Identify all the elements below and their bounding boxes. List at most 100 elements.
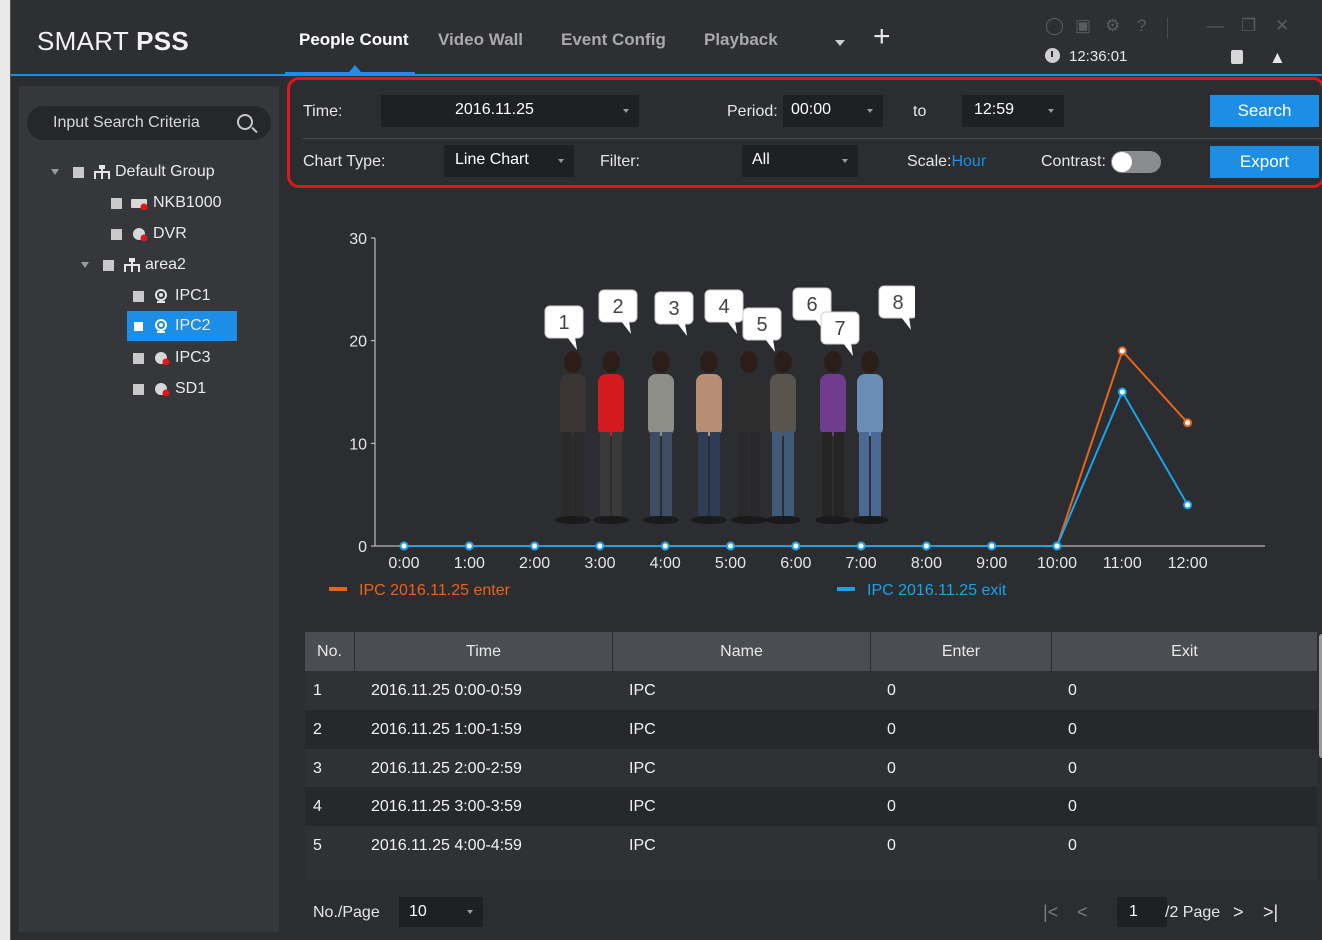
series-exit-point [921, 541, 931, 551]
table-row[interactable]: 3 2016.11.25 2:00-2:59 IPC 0 0 [305, 748, 1317, 788]
period-to-select[interactable]: 12:59 [962, 95, 1064, 127]
search-input[interactable]: Input Search Criteria [27, 106, 271, 140]
help-icon[interactable]: ? [1137, 16, 1146, 36]
checkbox[interactable] [133, 290, 144, 302]
tree-item-label: area2 [145, 256, 186, 273]
search-button[interactable]: Search [1210, 95, 1319, 127]
checkbox[interactable] [111, 228, 122, 240]
next-page-icon[interactable]: > [1233, 902, 1244, 923]
search-placeholder: Input Search Criteria [53, 114, 200, 131]
dropdown-caret-icon [623, 109, 629, 113]
col-header-time[interactable]: Time [355, 632, 613, 671]
person-leg [600, 432, 610, 516]
table-cell: 4 [313, 798, 322, 816]
series-enter-point [1117, 346, 1127, 356]
person-figure [815, 351, 851, 524]
lock-icon[interactable]: ▣ [1075, 16, 1091, 36]
tree-item-label: NKB1000 [153, 194, 222, 211]
checkbox[interactable] [103, 259, 114, 271]
minimize-icon[interactable]: — [1207, 16, 1224, 36]
last-page-icon[interactable]: >| [1263, 902, 1278, 923]
table-cell: 2 [313, 720, 322, 738]
speech-bubble-tail [901, 317, 911, 330]
period-from-select[interactable]: 00:00 [783, 95, 883, 127]
checkbox[interactable] [73, 166, 84, 178]
x-tick-label: 0:00 [388, 555, 419, 572]
tree-item-area2[interactable]: area2 [81, 252, 186, 278]
user-icon[interactable]: ◯ [1045, 16, 1064, 36]
dropdown-caret-icon [1048, 109, 1054, 113]
person-leg [784, 432, 794, 516]
table-cell: 0 [1068, 682, 1077, 699]
table-row[interactable]: 2 2016.11.25 1:00-1:59 IPC 0 0 [305, 709, 1317, 749]
period-label: Period: [727, 103, 778, 120]
add-tab-icon[interactable]: + [873, 22, 891, 52]
col-header-exit[interactable]: Exit [1052, 632, 1317, 671]
close-icon[interactable]: ✕ [1275, 16, 1289, 36]
export-button[interactable]: Export [1210, 146, 1319, 178]
table-cell: IPC [629, 759, 656, 777]
speech-bubble-tail [567, 337, 577, 350]
tree-item-ipc3[interactable]: IPC3 [133, 345, 211, 371]
tree-item-label: IPC1 [175, 287, 211, 304]
checkbox[interactable] [133, 352, 144, 364]
person-leg [750, 432, 760, 516]
contrast-toggle[interactable] [1111, 151, 1161, 173]
table-row[interactable]: 4 2016.11.25 3:00-3:59 IPC 0 0 [305, 787, 1317, 827]
col-header-no[interactable]: No. [305, 632, 355, 671]
expand-arrow-icon[interactable] [81, 262, 89, 268]
tab-playback[interactable]: Playback [704, 30, 778, 50]
tab-video-wall[interactable]: Video Wall [438, 30, 523, 50]
prev-page-icon[interactable]: < [1077, 902, 1088, 923]
table-cell: IPC [629, 798, 656, 816]
checkbox[interactable] [111, 197, 122, 209]
person-figure [852, 351, 888, 524]
cpu-icon[interactable] [1231, 50, 1243, 64]
person-head [774, 351, 792, 373]
app-logo: SMART PSS [37, 26, 190, 56]
tree-item-nkb1000[interactable]: NKB1000 [111, 190, 222, 216]
tab-event-config[interactable]: Event Config [561, 30, 666, 50]
tree-item-ipc2[interactable]: IPC2 [127, 311, 237, 341]
tree-item-sd1[interactable]: SD1 [133, 376, 206, 402]
scale-value[interactable]: Hour [951, 153, 986, 170]
person-shoes [731, 516, 767, 524]
table-row[interactable]: 1 2016.11.25 0:00-0:59 IPC 0 0 [305, 671, 1317, 710]
tree-item-dvr[interactable]: DVR [111, 221, 187, 247]
people-queue-illustration: 1 2 3 4 5 67 8 [544, 285, 915, 524]
per-page-value: 10 [409, 903, 427, 920]
bell-icon[interactable]: ▲ [1269, 48, 1286, 68]
keyboard-offline-icon [131, 199, 148, 210]
table-cell: 2016.11.25 0:00-0:59 [371, 682, 522, 699]
person-torso [736, 374, 762, 436]
table-row-partial[interactable] [305, 865, 1317, 880]
tree-item-label: IPC3 [175, 349, 211, 366]
filter-value: All [752, 151, 770, 168]
more-tabs-icon[interactable] [835, 40, 845, 46]
first-page-icon[interactable]: |< [1043, 902, 1058, 923]
date-select[interactable]: 2016.11.25 [381, 95, 639, 127]
chart-type-label: Chart Type: [303, 153, 386, 170]
series-exit-point [399, 541, 409, 551]
col-header-enter[interactable]: Enter [871, 632, 1052, 671]
tree-item-ipc1[interactable]: IPC1 [133, 283, 211, 309]
expand-arrow-icon[interactable] [51, 169, 59, 175]
chart-type-select[interactable]: Line Chart [444, 145, 574, 177]
page-number-input[interactable]: 1 [1117, 897, 1167, 927]
search-icon[interactable] [237, 114, 253, 130]
filter-select[interactable]: All [742, 145, 858, 177]
checkbox[interactable] [133, 383, 144, 395]
restore-icon[interactable]: ❐ [1241, 16, 1256, 36]
person-head [564, 351, 582, 373]
col-header-name[interactable]: Name [613, 632, 871, 671]
checkbox[interactable] [133, 320, 144, 332]
filter-label: Filter: [600, 153, 640, 170]
to-label: to [913, 103, 927, 120]
table-row[interactable]: 5 2016.11.25 4:00-4:59 IPC 0 0 [305, 826, 1317, 866]
x-tick-label: 8:00 [911, 555, 942, 572]
settings-icon[interactable]: ⚙ [1105, 16, 1120, 36]
x-tick-label: 11:00 [1103, 555, 1142, 572]
tree-item-default-group[interactable]: Default Group [51, 159, 215, 185]
per-page-select[interactable]: 10 [399, 897, 483, 927]
tab-people-count[interactable]: People Count [299, 30, 409, 50]
